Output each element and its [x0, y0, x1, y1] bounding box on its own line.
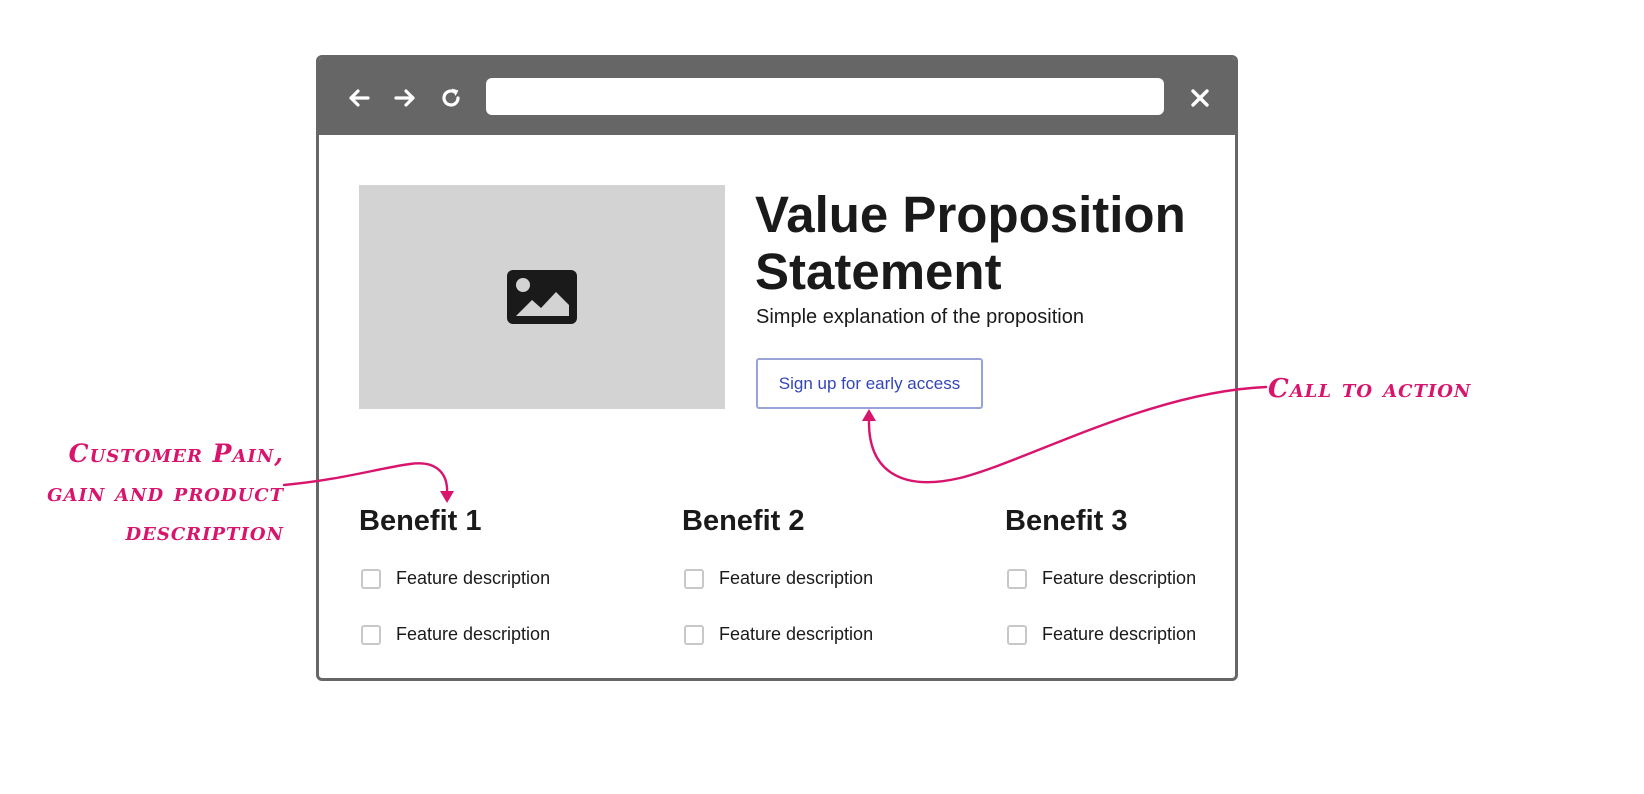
annotation-line: description: [125, 517, 284, 546]
call-to-action-annotation: Call to action: [1268, 374, 1472, 404]
customer-pain-annotation: Customer Pain, gain and product descript…: [30, 434, 284, 551]
right-annotation-arrowhead: [862, 409, 876, 421]
left-annotation-arrow: [282, 462, 449, 495]
annotation-line: gain and product: [47, 478, 284, 507]
annotation-line: Customer Pain,: [68, 439, 284, 468]
right-annotation-arrow: [867, 385, 1268, 484]
left-annotation-arrowhead: [440, 491, 454, 503]
